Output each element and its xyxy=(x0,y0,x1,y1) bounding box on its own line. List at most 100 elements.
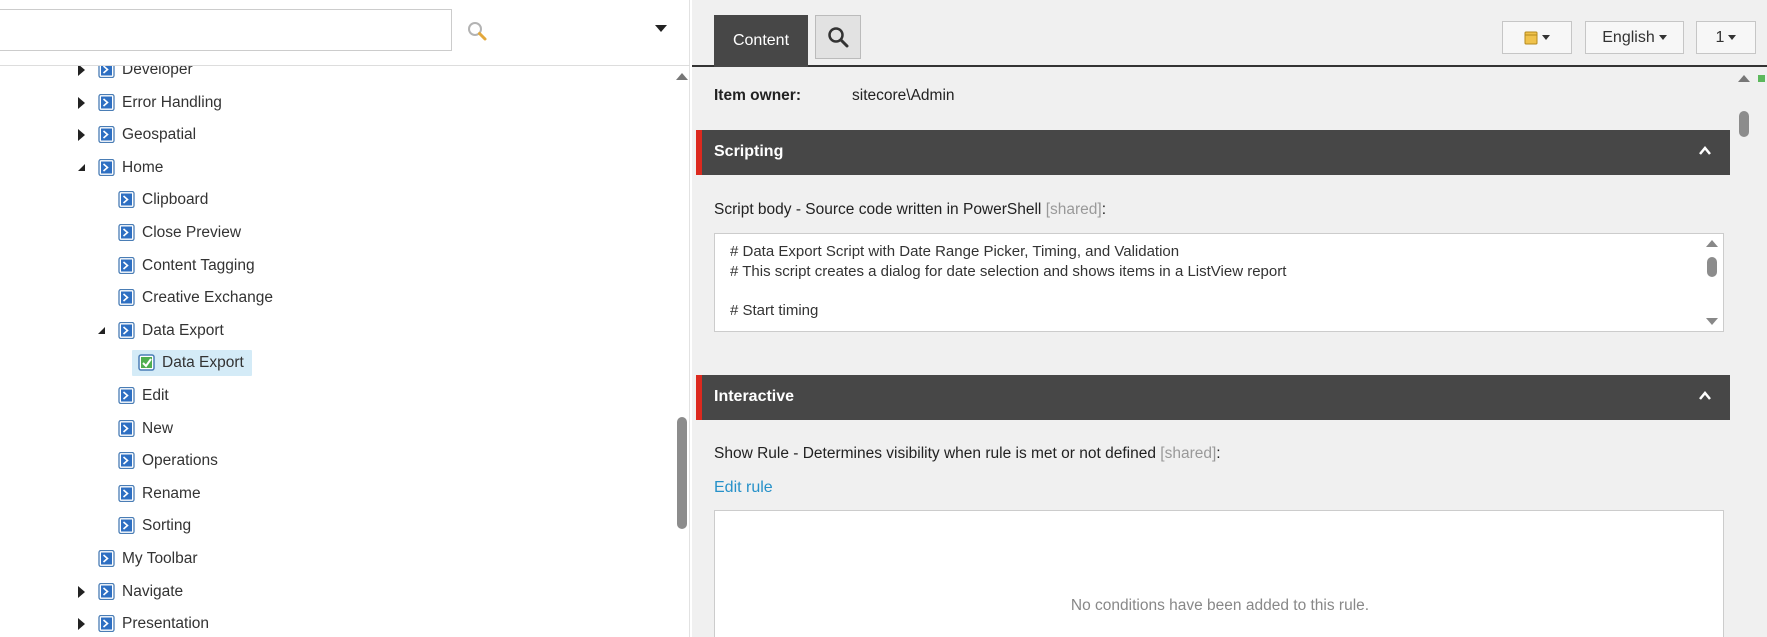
tree-scrollbar-thumb[interactable] xyxy=(677,417,687,529)
expand-arrow-icon[interactable] xyxy=(78,66,85,76)
tree-node-label: Rename xyxy=(142,484,201,502)
tree-node[interactable]: New xyxy=(0,416,670,442)
editor-pane-scrollbar-thumb[interactable] xyxy=(1739,111,1749,137)
tree-node[interactable]: Sorting xyxy=(0,513,670,539)
content-editor-pane: Content English 1 Item owner: sitecore\A… xyxy=(692,0,1767,637)
edit-rule-link[interactable]: Edit rule xyxy=(714,479,773,497)
tree-node[interactable]: Content Tagging xyxy=(0,253,670,279)
powershell-icon xyxy=(98,93,115,111)
tree-node[interactable]: Geospatial xyxy=(0,122,670,148)
item-owner-label: Item owner: xyxy=(714,87,801,104)
tree-node-label: New xyxy=(142,419,174,437)
tree-node[interactable]: Navigate xyxy=(0,579,670,605)
tree-node-label: Presentation xyxy=(122,615,210,633)
powershell-icon xyxy=(98,615,115,633)
checked-script-icon xyxy=(138,354,155,372)
tree-node-label: Sorting xyxy=(142,517,192,535)
code-line: # This script creates a dialog for date … xyxy=(730,263,1287,280)
powershell-icon xyxy=(118,321,135,339)
tree-node[interactable]: Developer xyxy=(0,66,670,83)
tree-node[interactable]: Creative Exchange xyxy=(0,285,670,311)
rule-empty-message: No conditions have been added to this ru… xyxy=(1070,597,1370,614)
tree-node-label: Clipboard xyxy=(142,191,209,209)
notebook-icon xyxy=(1524,31,1538,44)
powershell-icon xyxy=(118,419,135,437)
powershell-icon xyxy=(98,66,115,78)
chevron-up-icon[interactable] xyxy=(1698,144,1712,158)
tree-node-label: Geospatial xyxy=(122,126,197,144)
label-colon: : xyxy=(1101,201,1107,218)
editor-fields: Item owner: sitecore\Admin Scripting Scr… xyxy=(692,69,1732,637)
collapse-arrow-icon[interactable] xyxy=(78,163,85,171)
chevron-down-icon xyxy=(1542,35,1550,40)
powershell-icon xyxy=(98,126,115,144)
search-tab-button[interactable] xyxy=(815,15,861,59)
search-dropdown-arrow[interactable] xyxy=(655,25,667,32)
script-body-editor[interactable]: # Data Export Script with Date Range Pic… xyxy=(714,233,1724,332)
powershell-icon xyxy=(118,289,135,307)
search-icon xyxy=(828,27,849,48)
section-interactive-header[interactable]: Interactive xyxy=(696,375,1730,420)
tree-node[interactable]: My Toolbar xyxy=(0,546,670,572)
version-selector[interactable]: 1 xyxy=(1696,21,1756,54)
powershell-icon xyxy=(118,484,135,502)
editor-scroll-down-arrow[interactable] xyxy=(1706,318,1718,325)
tree-search-input[interactable] xyxy=(0,9,452,51)
show-rule-label: Show Rule - Determines visibility when r… xyxy=(714,445,1221,463)
shared-tag: [shared] xyxy=(1160,445,1217,462)
tree-scroll-up-arrow[interactable] xyxy=(676,73,688,80)
powershell-icon xyxy=(118,517,135,535)
tree-node-label: My Toolbar xyxy=(122,550,198,567)
powershell-icon xyxy=(98,550,115,567)
expand-arrow-icon[interactable] xyxy=(78,618,85,631)
field-label-text: Show Rule - Determines visibility when r… xyxy=(714,445,1156,462)
tree-node[interactable]: Home xyxy=(0,155,670,181)
powershell-icon xyxy=(98,158,115,176)
tree-node[interactable]: Operations xyxy=(0,448,670,474)
validation-indicator xyxy=(1758,75,1765,82)
code-line: # Start timing xyxy=(730,302,819,319)
tree-node-label: Error Handling xyxy=(122,93,222,111)
powershell-icon xyxy=(98,582,115,600)
tree-node[interactable]: Data Export xyxy=(0,318,670,344)
code-line: # Data Export Script with Date Range Pic… xyxy=(730,243,1180,260)
tree-node[interactable]: Presentation xyxy=(0,611,670,637)
expand-arrow-icon[interactable] xyxy=(78,96,85,109)
powershell-icon xyxy=(118,256,135,274)
expand-arrow-icon[interactable] xyxy=(78,585,85,598)
script-body-label: Script body - Source code written in Pow… xyxy=(714,201,1106,219)
section-title: Scripting xyxy=(714,143,784,160)
tree-node-label: Navigate xyxy=(122,582,184,600)
tree-node[interactable]: Error Handling xyxy=(0,90,670,116)
tree-node[interactable]: Data Export xyxy=(0,350,670,377)
tree-node[interactable]: Rename xyxy=(0,481,670,507)
language-selector[interactable]: English xyxy=(1585,21,1684,54)
expand-arrow-icon[interactable] xyxy=(78,129,85,142)
tree-node[interactable]: Edit xyxy=(0,383,670,409)
language-label: English xyxy=(1602,28,1655,46)
editor-scroll-up-arrow[interactable] xyxy=(1706,240,1718,247)
tree-node-label: Operations xyxy=(142,452,218,470)
item-owner-value: sitecore\Admin xyxy=(852,87,955,104)
powershell-icon xyxy=(118,191,135,209)
bookmark-button[interactable] xyxy=(1502,21,1572,54)
powershell-icon xyxy=(118,452,135,470)
editor-tabbar: Content English 1 xyxy=(692,0,1767,67)
tab-content[interactable]: Content xyxy=(714,15,808,67)
tree-node[interactable]: Clipboard xyxy=(0,187,670,213)
tree-node[interactable]: Close Preview xyxy=(0,220,670,246)
tree-node-label: Edit xyxy=(142,387,169,404)
tree-node-label: Home xyxy=(122,158,164,176)
section-scripting-header[interactable]: Scripting xyxy=(696,130,1730,175)
tree-node-label: Data Export xyxy=(142,321,224,339)
label-colon: : xyxy=(1216,445,1221,462)
editor-scrollbar-thumb[interactable] xyxy=(1707,257,1717,277)
editor-pane-scroll-up-arrow[interactable] xyxy=(1738,75,1750,82)
search-icon[interactable] xyxy=(466,20,488,42)
chevron-up-icon[interactable] xyxy=(1698,389,1712,403)
powershell-icon xyxy=(118,224,135,241)
chevron-down-icon xyxy=(1658,35,1667,40)
tree-node-label: Creative Exchange xyxy=(142,289,273,307)
collapse-arrow-icon[interactable] xyxy=(98,326,105,334)
chevron-down-icon xyxy=(1728,35,1737,40)
